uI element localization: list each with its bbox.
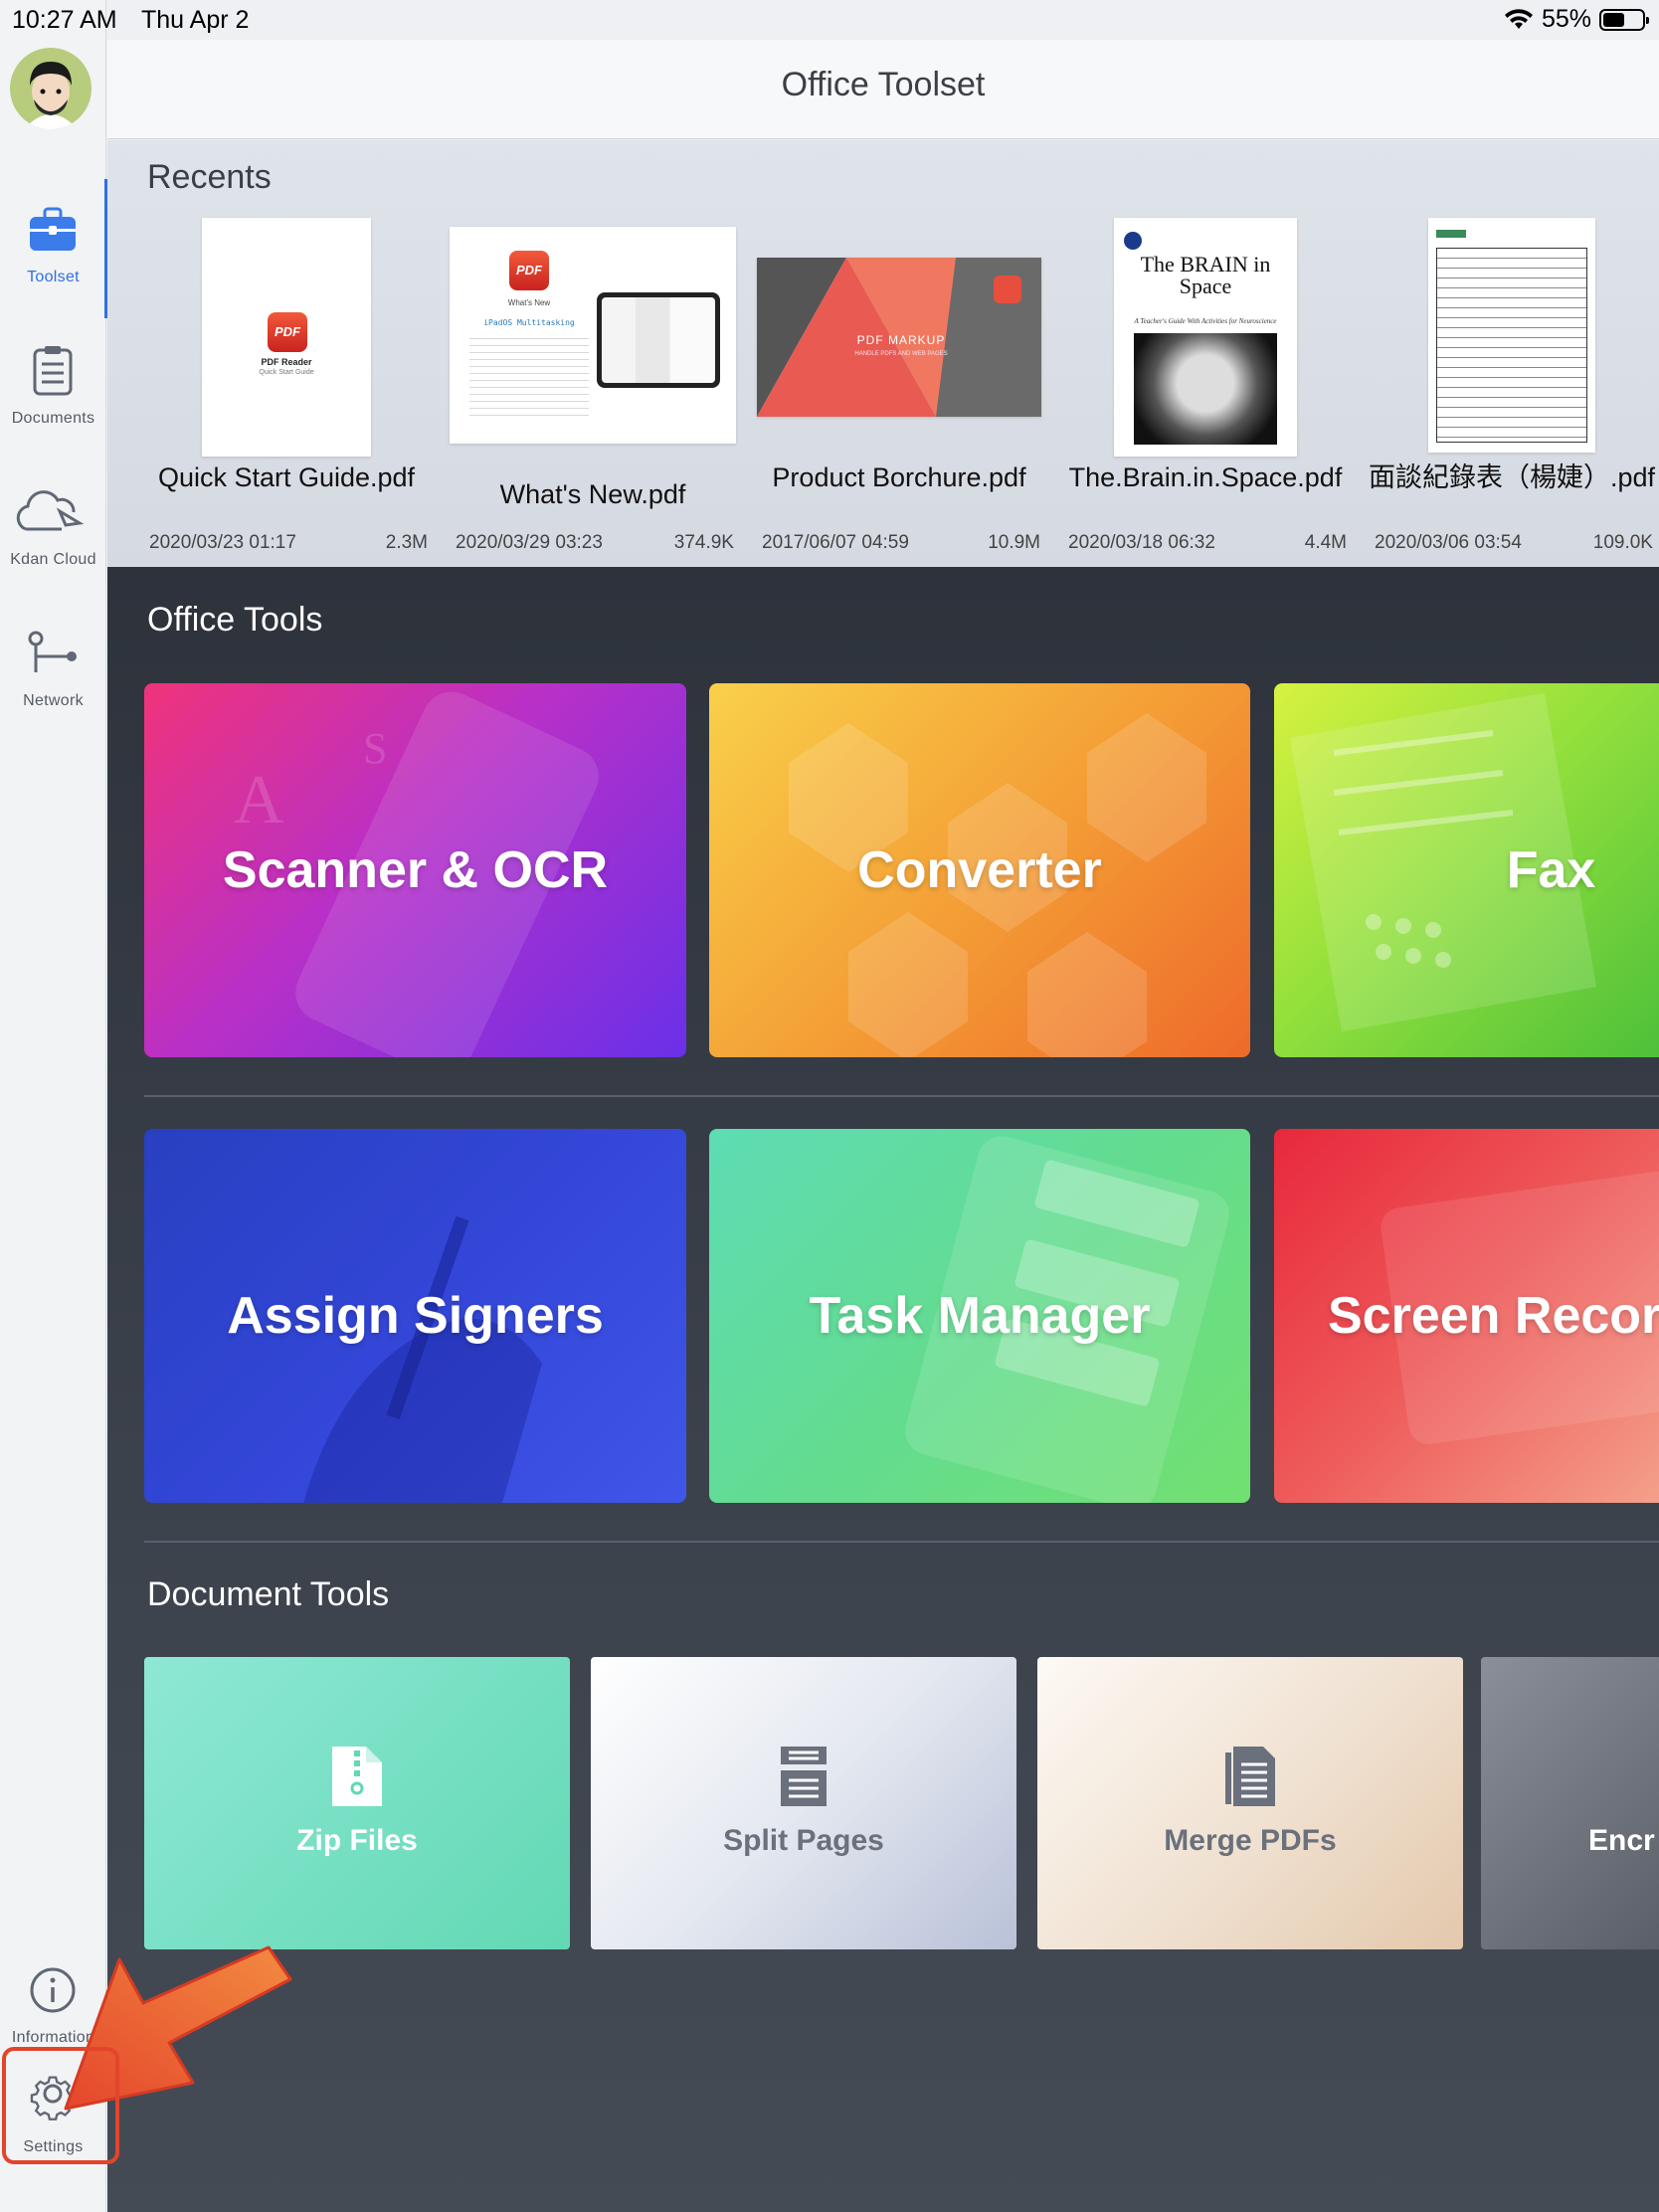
assign-signers-card[interactable]: Assign Signers (144, 1129, 686, 1503)
svg-text:A: A (234, 762, 284, 838)
thumb-title: PDF MARKUP (856, 333, 946, 347)
svg-text:S: S (363, 724, 387, 773)
split-pages-icon (781, 1747, 827, 1806)
page-title: Office Toolset (781, 66, 986, 103)
merge-pdfs-tile[interactable]: Merge PDFs (1037, 1657, 1463, 1949)
encrypt-tile[interactable]: Encr (1481, 1657, 1659, 1949)
file-size: 4.4M (1304, 532, 1347, 553)
task-manager-card[interactable]: Task Manager (709, 1129, 1250, 1503)
sidebar-item-toolset[interactable]: Toolset (0, 179, 107, 318)
sidebar-item-label: Kdan Cloud (10, 551, 96, 568)
thumb-subtitle: Quick Start Guide (259, 369, 314, 376)
form-logo (1436, 230, 1466, 238)
thumb-subtitle: iPadOS Multitasking (483, 318, 575, 327)
file-thumbnail: PDF What's New iPadOS Multitasking (450, 227, 736, 444)
section-divider (144, 1095, 1659, 1097)
scanner-ocr-card[interactable]: A S Scanner & OCR (144, 683, 686, 1057)
sidebar-item-label: Documents (11, 410, 95, 427)
card-title: Converter (857, 841, 1102, 899)
card-title: Screen Record (1328, 1287, 1659, 1345)
card-title: Assign Signers (227, 1287, 604, 1345)
status-date: Thu Apr 2 (141, 6, 250, 34)
brain-image (1134, 333, 1277, 445)
document-tools-title: Document Tools (147, 1575, 390, 1613)
header: Office Toolset (107, 40, 1659, 139)
recent-file[interactable]: 面談紀錄表（楊婕）.pdf 2020/03/06 03:54 109.0K (1363, 218, 1659, 566)
file-size: 109.0K (1592, 532, 1653, 553)
status-indicators: 55% (1504, 5, 1649, 34)
card-title: Task Manager (809, 1287, 1151, 1345)
thumb-subtitle: HANDLE PDFS AND WEB PAGES (854, 351, 948, 357)
file-name: What's New.pdf (499, 479, 686, 509)
battery-icon (1599, 8, 1649, 31)
thumb-title: The BRAIN in Space (1140, 252, 1271, 298)
sidebar-item-documents[interactable]: Documents (0, 320, 106, 460)
file-name: Quick Start Guide.pdf (157, 462, 416, 492)
status-time: 10:27 AM (12, 6, 117, 34)
file-thumbnail: PDF PDF Reader Quick Start Guide (202, 218, 371, 457)
tile-label: Merge PDFs (1164, 1824, 1337, 1857)
file-date: 2020/03/18 06:32 (1068, 532, 1215, 553)
file-thumbnail (1428, 218, 1595, 453)
form-table (1436, 248, 1587, 443)
battery-percent: 55% (1541, 5, 1591, 33)
thumb-title: What's New (507, 298, 551, 307)
file-name: The.Brain.in.Space.pdf (1068, 462, 1343, 492)
tile-label: Split Pages (723, 1824, 884, 1857)
split-pages-tile[interactable]: Split Pages (591, 1657, 1016, 1949)
zip-files-tile[interactable]: Zip Files (144, 1657, 570, 1949)
file-name: 面談紀錄表（楊婕）.pdf (1368, 462, 1656, 492)
file-date: 2020/03/29 03:23 (456, 532, 603, 553)
wifi-icon (1504, 8, 1533, 29)
zip-file-icon (332, 1747, 382, 1806)
sidebar-item-network[interactable]: Network (0, 603, 106, 742)
file-date: 2020/03/23 01:17 (149, 532, 296, 553)
recents-title: Recents (147, 158, 272, 196)
ipad-image (597, 292, 720, 388)
thumb-title: PDF Reader (261, 357, 312, 367)
network-connection-icon (28, 631, 77, 672)
sidebar-item-kdan-cloud[interactable]: Kdan Cloud (0, 461, 106, 601)
recent-file[interactable]: PDF MARKUP HANDLE PDFS AND WEB PAGES Pro… (750, 218, 1048, 566)
fax-paper-illustration (1289, 692, 1597, 1032)
file-name: Product Borchure.pdf (772, 462, 1026, 492)
file-size: 374.9K (673, 532, 734, 553)
thumb-body-lines (469, 332, 589, 422)
merge-pdfs-icon (1225, 1747, 1275, 1806)
thumb-subtitle: A Teacher's Guide With Activities for Ne… (1134, 317, 1277, 325)
cloud-icon (16, 490, 85, 531)
toolbox-icon (30, 207, 76, 251)
settings-highlight (2, 2047, 119, 2164)
screen-record-card[interactable]: Screen Record (1274, 1129, 1659, 1503)
card-title: Fax (1506, 841, 1596, 899)
office-tools-title: Office Tools (147, 601, 323, 639)
recents-section: Recents PDF PDF Reader Quick Start Guide… (107, 140, 1659, 567)
status-bar: 10:27 AM Thu Apr 2 55% (0, 0, 1659, 40)
pdf-logo: PDF (268, 312, 307, 352)
sidebar: Toolset Documents Kdan Cloud Network Inf… (0, 0, 107, 2212)
file-date: 2017/06/07 04:59 (762, 532, 909, 553)
recent-file[interactable]: PDF What's New iPadOS Multitasking What'… (444, 218, 742, 566)
nasa-logo (1124, 232, 1142, 250)
file-size: 2.3M (385, 532, 428, 553)
tile-label: Zip Files (296, 1824, 418, 1857)
avatar[interactable] (10, 48, 92, 129)
section-divider (144, 1541, 1659, 1543)
tools-area: Office Tools A S Scanner & OCR Converter (107, 567, 1659, 2212)
file-thumbnail: The BRAIN in Space A Teacher's Guide Wit… (1114, 218, 1297, 457)
fax-card[interactable]: Fax (1274, 683, 1659, 1057)
recent-file[interactable]: PDF PDF Reader Quick Start Guide Quick S… (137, 218, 436, 566)
recent-file[interactable]: The BRAIN in Space A Teacher's Guide Wit… (1056, 218, 1355, 566)
converter-card[interactable]: Converter (709, 683, 1250, 1057)
pdf-logo: PDF (509, 251, 549, 290)
sidebar-item-label: Toolset (27, 269, 80, 285)
file-thumbnail: PDF MARKUP HANDLE PDFS AND WEB PAGES (757, 258, 1041, 417)
file-date: 2020/03/06 03:54 (1375, 532, 1522, 553)
sidebar-item-label: Network (23, 692, 84, 709)
tile-label: Encr (1588, 1824, 1655, 1857)
card-title: Scanner & OCR (222, 841, 609, 899)
clipboard-list-icon (33, 346, 73, 396)
file-size: 10.9M (988, 532, 1040, 553)
